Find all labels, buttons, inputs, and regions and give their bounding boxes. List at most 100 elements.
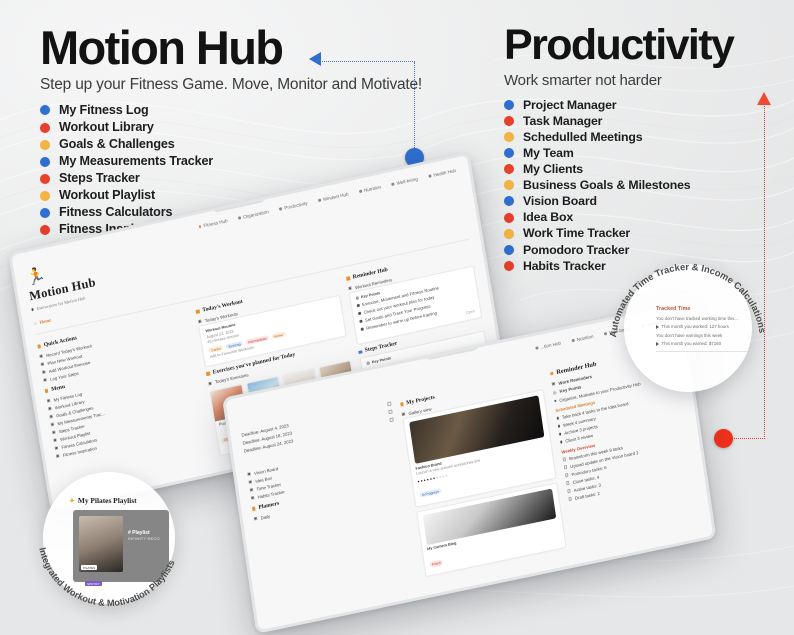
bullet-dot-blue-icon — [504, 148, 514, 159]
section-square-icon — [358, 349, 363, 355]
nav-dot-icon — [238, 216, 241, 220]
triangle-toggle-icon[interactable] — [656, 341, 659, 346]
checkbox-icon — [564, 472, 569, 478]
triangle-toggle-icon[interactable] — [656, 324, 659, 329]
bullet-icon — [356, 304, 360, 308]
left-feature-item: My Fitness Log — [40, 102, 460, 119]
list-icon — [50, 422, 55, 427]
right-feature-item: My Clients — [504, 161, 794, 177]
nav-dot-icon — [318, 198, 322, 202]
right-feature-label: Business Goals & Milestones — [523, 178, 691, 193]
list-icon — [46, 398, 51, 403]
tracked-time-card: Tracked Time You don't have tracked work… — [656, 306, 752, 352]
list-icon — [43, 378, 48, 383]
right-feature-label: Pomodoro Tracker — [523, 242, 630, 257]
poster-canvas: Motion Hub Step up your Fitness Game. Mo… — [0, 0, 794, 635]
column-middle: My Projects Gallery view Fashion Brand L… — [399, 368, 567, 581]
bullet-dot-red-icon — [40, 122, 50, 133]
right-feature-item: Work Time Tracker — [504, 226, 794, 242]
left-feature-label: Steps Tracker — [59, 171, 140, 186]
star-icon: ✦ — [69, 496, 75, 505]
nav-item-label: Well-being — [396, 176, 419, 186]
checkbox-icon — [562, 457, 567, 462]
right-feature-label: My Team — [523, 145, 574, 160]
right-feature-item: Schedulled Meetings — [504, 129, 794, 145]
bullet-icon — [360, 327, 364, 331]
right-heading-block: Productivity Work smarter not harder Pro… — [504, 21, 794, 274]
section-square-icon — [206, 371, 211, 376]
right-feature-label: Schedulled Meetings — [523, 129, 643, 144]
table-icon — [348, 286, 353, 291]
bullet-dot-blue-icon — [504, 244, 514, 255]
checkbox-icon — [567, 488, 572, 494]
checkbox-icon[interactable] — [389, 417, 394, 422]
left-feature-label: Workout Library — [59, 120, 154, 135]
rating-star-icon[interactable]: ● — [445, 473, 448, 477]
bullet-dot-amber-icon — [504, 180, 514, 191]
nav-item-label: Nutrition — [576, 333, 594, 343]
right-feature-label: Vision Board — [523, 194, 597, 209]
nav-item[interactable]: ...tion Hub — [535, 341, 561, 351]
right-feature-item: My Team — [504, 145, 794, 161]
sidebar-menu-list[interactable]: My Fitness LogWorkout LibraryGoals & Cha… — [46, 364, 206, 460]
list-icon — [253, 516, 257, 521]
nav-dot-icon — [358, 189, 362, 193]
checkbox-icon[interactable] — [388, 409, 393, 415]
bullet-icon — [359, 320, 363, 323]
tracked-time-line: You don't have tracked working time this… — [656, 316, 752, 321]
page-title-motion-hub: Motion Hub — [40, 21, 284, 74]
home-icon: ⌂ — [33, 320, 37, 327]
table-icon — [551, 381, 555, 386]
list-icon — [53, 438, 58, 443]
list-icon — [42, 370, 47, 375]
reminder-card[interactable]: ◎ Key Points Exercise, Movement and Fitn… — [348, 265, 483, 346]
bullet-icon — [556, 416, 560, 420]
left-feature-label: My Fitness Log — [59, 103, 149, 118]
tracked-time-heading: Tracked Time — [656, 306, 691, 312]
playlist-card[interactable]: PILATES SPOTIFY # Playlist INFINITY RECO — [73, 510, 169, 586]
divider — [656, 351, 752, 352]
arrow-left-icon — [309, 52, 321, 66]
nav-item[interactable]: Nutrition — [571, 333, 594, 343]
nav-item-label: Productivity — [283, 200, 308, 211]
section-square-icon — [346, 276, 351, 281]
list-icon — [54, 446, 59, 451]
left-feature-label: Workout Playlist — [59, 188, 156, 203]
project-status-badge: In Progress — [419, 488, 442, 499]
tracked-time-text: You don't have tracked working time this… — [656, 315, 738, 321]
project-status-badge: Finish — [429, 559, 444, 568]
bullet-dot-red-icon — [504, 260, 514, 271]
callout-body: ✦ My Pilates Playlist PILATES SPOTIFY # … — [43, 472, 175, 604]
bullet-dot-blue-icon — [40, 156, 50, 167]
bullet-dot-blue-icon — [504, 196, 514, 207]
bullet-dot-blue-icon — [504, 99, 514, 110]
bullet-dot-blue-icon — [40, 207, 50, 218]
right-feature-label: My Clients — [523, 162, 583, 177]
tracked-time-text: You don't have earnings this week — [656, 332, 723, 338]
right-feature-label: Habits Tracker — [523, 258, 606, 273]
home-breadcrumb[interactable]: ⌂ Home — [33, 317, 51, 326]
nav-item[interactable]: Nutrition — [358, 184, 381, 194]
right-feature-item: Vision Board — [504, 193, 794, 209]
tracked-time-line: This month you earned: $7160 — [656, 341, 752, 346]
page-title-productivity: Productivity — [504, 21, 735, 69]
bullet-dot-red-icon — [504, 116, 514, 126]
column-left: Quick Actions Record Today's WorkoutPlan… — [37, 307, 212, 491]
nav-dot-icon — [391, 182, 395, 186]
right-feature-item: Business Goals & Milestones — [504, 177, 794, 193]
right-feature-label: Idea Box — [523, 210, 574, 225]
callout-body: Tracked Time You don't have tracked work… — [624, 264, 752, 392]
bullet-dot-amber-icon — [504, 132, 514, 143]
list-icon — [247, 472, 251, 477]
list-icon — [249, 488, 253, 493]
checkbox-icon[interactable] — [387, 401, 392, 407]
bullet-dot-amber-icon — [504, 228, 514, 239]
bullet-icon — [557, 424, 561, 428]
connector-line-red-horizontal — [731, 438, 765, 439]
list-icon — [56, 454, 61, 459]
bullet-dot-blue-icon — [40, 105, 50, 116]
column-left: Deadline: August 4, 2023 Deadline: August… — [241, 400, 417, 615]
right-feature-item: Idea Box — [504, 210, 794, 226]
playlist-track-sub: INFINITY RECO — [128, 536, 160, 541]
playlist-artwork: PILATES SPOTIFY — [79, 516, 123, 586]
